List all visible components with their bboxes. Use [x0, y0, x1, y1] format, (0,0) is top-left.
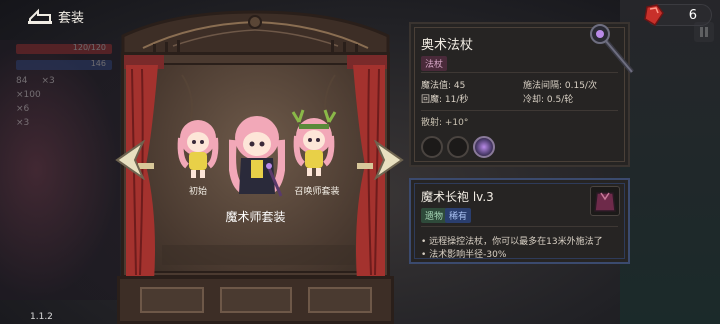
resource-count: ×100 [16, 90, 41, 100]
mana-regen: 回魔: 11/秒 [421, 95, 469, 105]
item-effect-1: • 远程操控法杖，你可以最多在13米外施法了 [421, 237, 603, 247]
spell-slot-3[interactable] [473, 136, 495, 158]
item-effect-2: • 法术影响半径-30% [421, 250, 507, 260]
hp-bar: 120/120 [16, 43, 112, 54]
character-default-label: 初始 [188, 187, 207, 197]
gem-count: 6 [688, 8, 697, 23]
weapon-type-tag: 法杖 [421, 56, 448, 71]
character-magician[interactable] [229, 112, 285, 198]
character-default[interactable] [175, 116, 221, 180]
red-gem-icon [644, 4, 664, 27]
weapon-name: 奥术法杖 [421, 38, 474, 53]
magic-value: 魔法值: 45 [421, 81, 466, 91]
item-info-panel: 魔术长袍 lv.3 遗物 稀有 • 远程操控法杖，你可以最多在13米外施法了 •… [409, 178, 630, 264]
coin-count: 84 [16, 76, 28, 86]
spread-bonus: 散射: +10° [421, 118, 469, 128]
robe-slot [590, 186, 620, 216]
drawer-left [140, 287, 204, 313]
robe-icon [594, 192, 616, 212]
item-tag-rare: 稀有 [445, 208, 472, 223]
arcane-staff-icon [590, 24, 634, 74]
weapon-info-panel: 奥术法杖 法杖 魔法值: 45 施法间隔: 0.15/次 回魔: 11/秒 冷却… [409, 22, 634, 167]
item-divider [421, 226, 618, 227]
item-effect-1-text: 远程操控法杖，你可以最多在13米外施法了 [429, 237, 603, 247]
spell-slot-1[interactable] [421, 136, 443, 158]
wardrobe-display: 初始 召唤师套装 魔术师套装 [113, 8, 398, 324]
pause-icon[interactable] [694, 22, 714, 42]
hp-text: 120/120 [72, 43, 106, 52]
item-name: 魔术长袍 lv.3 [421, 190, 494, 204]
mp-bar: 146 [16, 59, 112, 70]
resource3-count: ×3 [16, 118, 30, 128]
character-summoner[interactable] [289, 108, 339, 180]
cooldown: 冷却: 0.5/轮 [523, 95, 574, 105]
cast-interval: 施法间隔: 0.15/次 [523, 81, 597, 91]
page-title: 套装 [58, 11, 85, 26]
weapon-divider-top [421, 72, 618, 73]
key-count: ×3 [41, 76, 55, 86]
resource2-count: ×6 [16, 104, 30, 114]
drawer-right [308, 287, 372, 313]
previous-arrow-icon[interactable] [113, 140, 147, 180]
character-summoner-label: 召唤师套装 [294, 187, 340, 197]
next-arrow-icon[interactable] [372, 140, 406, 180]
version-label: 1.1.2 [30, 312, 53, 322]
back-arrow-icon[interactable] [28, 6, 52, 24]
wardrobe-base [117, 276, 394, 324]
spell-slot-2[interactable] [447, 136, 469, 158]
wardrobe-crown [121, 10, 390, 58]
drawer-middle [220, 287, 292, 313]
item-effect-2-text: 法术影响半径-30% [429, 250, 507, 260]
current-set-name: 魔术师套装 [225, 210, 286, 224]
weapon-divider-bottom [421, 110, 618, 111]
player-hud: 120/120 146 84 ×3 ×100 ×6 ×3 [16, 43, 112, 132]
item-tag-relic: 遗物 [421, 208, 448, 223]
mp-text: 146 [90, 59, 106, 68]
